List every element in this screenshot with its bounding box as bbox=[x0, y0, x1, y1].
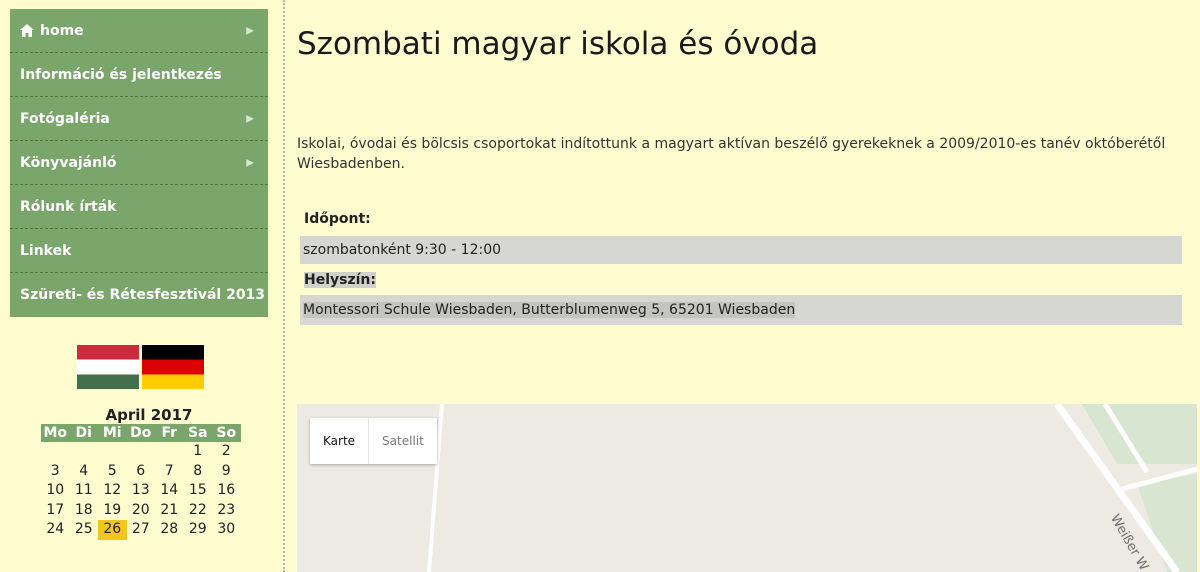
nav-item-home[interactable]: home ▶ bbox=[10, 9, 268, 53]
language-flags bbox=[77, 345, 205, 389]
calendar-day[interactable]: 27 bbox=[127, 520, 156, 540]
home-icon bbox=[20, 24, 34, 37]
nav-item-book-recommendations[interactable]: Könyvajánló ▶ bbox=[10, 141, 268, 185]
calendar-day[interactable]: 30 bbox=[212, 520, 241, 540]
flag-hungary[interactable] bbox=[77, 345, 139, 389]
map-green-area bbox=[1082, 404, 1197, 464]
calendar-week: 12 bbox=[41, 442, 241, 462]
nav-item-label: Könyvajánló bbox=[20, 154, 117, 171]
nav-item-label: Linkek bbox=[20, 242, 72, 259]
calendar-empty-cell bbox=[70, 442, 99, 462]
calendar-day[interactable]: 22 bbox=[184, 501, 213, 521]
calendar-day[interactable]: 21 bbox=[155, 501, 184, 521]
calendar-week: 3456789 bbox=[41, 462, 241, 482]
location-value-text: Montessori Schule Wiesbaden, Butterblume… bbox=[303, 302, 796, 318]
location-label: Helyszín: bbox=[300, 267, 1182, 293]
calendar-week: 10 11 12 13 14 15 16 bbox=[41, 481, 241, 501]
chevron-right-icon: ▶ bbox=[246, 113, 254, 124]
calendar-day[interactable]: 25 bbox=[70, 520, 99, 540]
column-divider bbox=[283, 0, 285, 572]
sidebar: home ▶ Információ és jelentkezés Fotógal… bbox=[0, 0, 285, 572]
flag-germany[interactable] bbox=[142, 345, 204, 389]
calendar-day[interactable]: 18 bbox=[70, 501, 99, 521]
calendar-day[interactable]: 19 bbox=[98, 501, 127, 521]
location-value: Montessori Schule Wiesbaden, Butterblume… bbox=[300, 295, 1182, 325]
calendar-day[interactable]: 7 bbox=[155, 462, 184, 482]
calendar-empty-cell bbox=[155, 442, 184, 462]
calendar-day[interactable]: 1 bbox=[184, 442, 213, 462]
calendar-day[interactable]: 15 bbox=[184, 481, 213, 501]
calendar-day[interactable]: 20 bbox=[127, 501, 156, 521]
nav-item-label: home bbox=[40, 22, 84, 39]
calendar-day[interactable]: 28 bbox=[155, 520, 184, 540]
calendar-weekday: Sa bbox=[187, 425, 208, 441]
nav-item-label: Szüreti- és Rétesfesztivál 2013 bbox=[20, 287, 266, 303]
calendar-day[interactable]: 6 bbox=[127, 462, 156, 482]
calendar-weekday: So bbox=[216, 425, 237, 441]
calendar-day[interactable]: 2 bbox=[212, 442, 241, 462]
calendar-day[interactable]: 11 bbox=[70, 481, 99, 501]
calendar-empty-cell bbox=[41, 442, 70, 462]
calendar-day[interactable]: 12 bbox=[98, 481, 127, 501]
calendar-day[interactable]: 13 bbox=[127, 481, 156, 501]
nav-item-label: Információ és jelentkezés bbox=[20, 66, 222, 83]
calendar-day[interactable]: 4 bbox=[70, 462, 99, 482]
calendar-weekday-header: Mo Di Mi Do Fr Sa So bbox=[41, 424, 241, 442]
nav-item-label: Fotógaléria bbox=[20, 110, 110, 127]
main-content: Szombati magyar iskola és óvoda Iskolai,… bbox=[297, 0, 1197, 572]
calendar-weekday: Do bbox=[130, 425, 152, 441]
event-info: Időpont: szombatonként 9:30 - 12:00 Hely… bbox=[300, 206, 1182, 325]
calendar-day[interactable]: 17 bbox=[41, 501, 70, 521]
chevron-right-icon: ▶ bbox=[246, 157, 254, 168]
calendar: April 2017 Mo Di Mi Do Fr Sa So 1 2 3 4 5 6 7 8 9 10 11 1… bbox=[41, 406, 241, 540]
calendar-weekday: Fr bbox=[161, 425, 178, 441]
map-button[interactable]: Karte bbox=[310, 418, 370, 464]
calendar-title: April 2017 bbox=[105, 406, 193, 424]
chevron-right-icon: ▶ bbox=[246, 25, 254, 36]
calendar-weekday: Mo bbox=[43, 425, 68, 441]
nav-item-press[interactable]: Rólunk írták bbox=[10, 185, 268, 229]
calendar-day[interactable]: 23 bbox=[212, 501, 241, 521]
main-nav: home ▶ Információ és jelentkezés Fotógal… bbox=[10, 9, 268, 317]
embedded-map[interactable]: Karte Satellit Weißer W bbox=[297, 404, 1197, 572]
calendar-day[interactable]: 14 bbox=[155, 481, 184, 501]
calendar-days: 1 2 3 4 5 6 7 8 9 10 11 12 13 14 15 16 17 18 19 20 21 22 23 24 2… bbox=[41, 442, 241, 540]
nav-item-label: Rólunk írták bbox=[20, 198, 117, 215]
calendar-day[interactable]: 16 bbox=[212, 481, 241, 501]
nav-item-photo-gallery[interactable]: Fotógaléria ▶ bbox=[10, 97, 268, 141]
calendar-weekday: Di bbox=[75, 425, 92, 441]
nav-item-information[interactable]: Információ és jelentkezés bbox=[10, 53, 268, 97]
page-title: Szombati magyar iskola és óvoda bbox=[297, 26, 819, 62]
nav-item-links[interactable]: Linkek bbox=[10, 229, 268, 273]
calendar-day[interactable]: 10 bbox=[41, 481, 70, 501]
calendar-day[interactable]: 9 bbox=[212, 462, 241, 482]
calendar-weekday: Mi bbox=[102, 425, 122, 441]
nav-item-festival-2013[interactable]: Szüreti- és Rétesfesztivál 2013 bbox=[10, 273, 268, 317]
location-label-text: Helyszín: bbox=[304, 272, 376, 288]
calendar-day-today[interactable]: 26 bbox=[98, 520, 127, 540]
calendar-day[interactable]: 8 bbox=[184, 462, 213, 482]
map-type-control: Karte Satellit bbox=[310, 418, 437, 464]
intro-text: Iskolai, óvodai és bölcsis csoportokat i… bbox=[297, 136, 1166, 172]
calendar-week: 17 18 19 20 21 22 23 bbox=[41, 501, 241, 521]
calendar-day[interactable]: 24 bbox=[41, 520, 70, 540]
satellite-button[interactable]: Satellit bbox=[369, 418, 437, 464]
time-value: szombatonként 9:30 - 12:00 bbox=[300, 236, 1182, 264]
calendar-day[interactable]: 29 bbox=[184, 520, 213, 540]
calendar-empty-cell bbox=[127, 442, 156, 462]
calendar-day[interactable]: 5 bbox=[98, 462, 127, 482]
calendar-empty-cell bbox=[98, 442, 127, 462]
calendar-day[interactable]: 3 bbox=[41, 462, 70, 482]
time-label: Időpont: bbox=[304, 211, 371, 227]
calendar-week: 24 25 26 27 28 29 30 bbox=[41, 520, 241, 540]
